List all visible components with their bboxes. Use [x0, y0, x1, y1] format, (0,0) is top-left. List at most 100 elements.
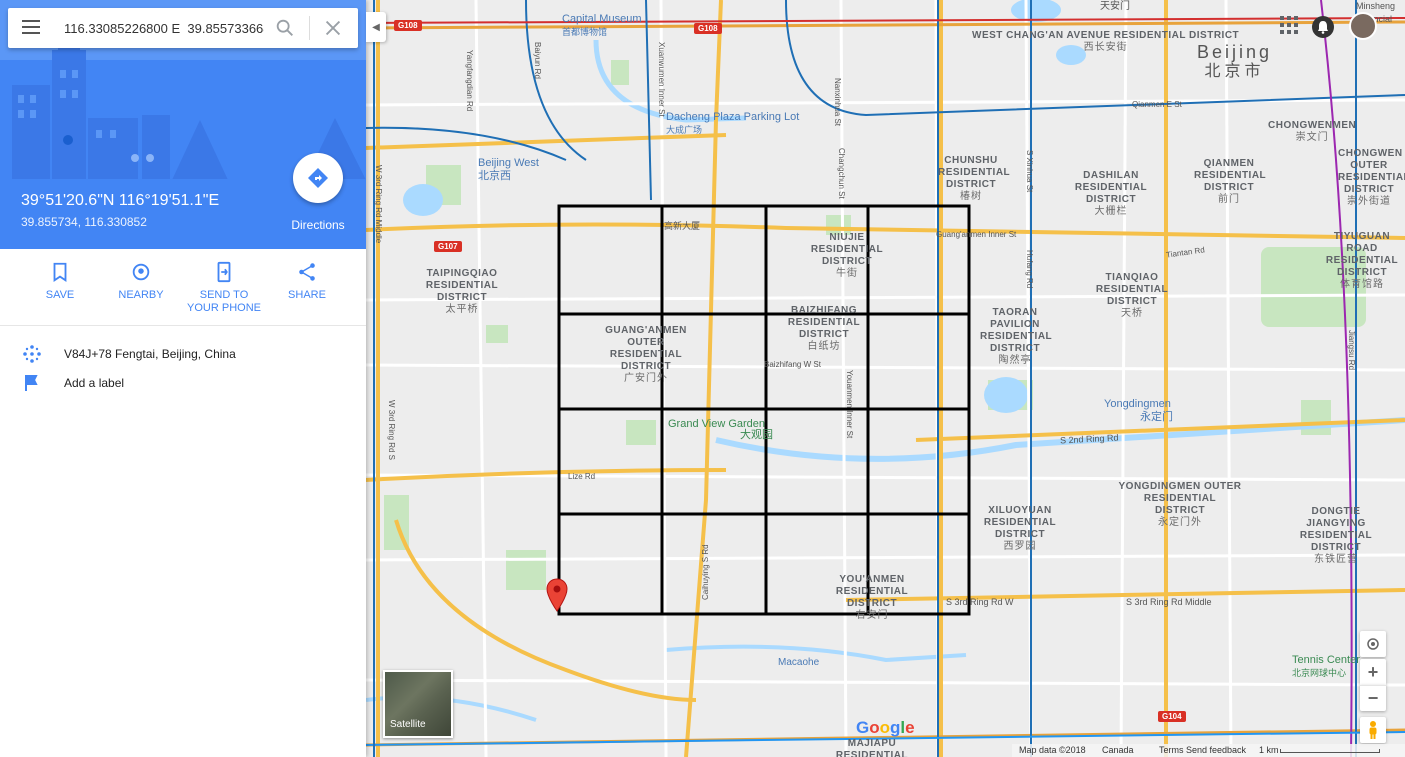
plus-code-row[interactable]: V84J+78 Fengtai, Beijing, China — [0, 340, 366, 369]
location-marker[interactable] — [546, 578, 568, 614]
apps-button[interactable] — [1280, 16, 1298, 34]
poi-beijing-west[interactable]: Beijing West 北京西 — [478, 157, 539, 183]
district-label: TAORAN PAVILION RESIDENTIAL DISTRICT 陶然亭 — [980, 307, 1053, 366]
street-view-pegman[interactable] — [1360, 717, 1386, 743]
send-to-phone-label: SEND TO YOUR PHONE — [187, 289, 261, 314]
district-label: TIYUGUAN ROAD RESIDENTIAL DISTRICT 体育馆路 — [1325, 231, 1399, 290]
plus-icon: + — [1367, 661, 1379, 682]
map-footer: Map data ©2018 Canada Terms Send feedbac… — [1012, 744, 1405, 757]
search-divider — [309, 16, 310, 40]
map-pin-icon — [546, 578, 568, 612]
poi-macaohe[interactable]: Macaohe — [778, 656, 819, 669]
city-label: Beijing 北京市 — [1197, 42, 1273, 80]
satellite-layer-toggle[interactable]: Satellite — [383, 670, 453, 738]
district-label: BAIZHIFANG RESIDENTIAL DISTRICT 白纸坊 — [787, 305, 861, 352]
district-label: MAJIAPU RESIDENTIAL DISTRICT — [835, 738, 909, 757]
road-label: Yangfangdian Rd — [465, 50, 474, 112]
map-data-attribution[interactable]: Map data ©2018 — [1019, 745, 1086, 755]
map-controls: + − — [1360, 631, 1386, 743]
district-label: DASHILAN RESIDENTIAL DISTRICT 大栅栏 — [1074, 170, 1148, 217]
nearby-icon — [132, 263, 150, 281]
search-box — [8, 8, 358, 48]
district-label: YONGDINGMEN OUTER RESIDENTIAL DISTRICT 永定… — [1118, 481, 1242, 528]
my-location-icon — [1367, 638, 1379, 650]
highway-shield: G108 — [694, 23, 722, 34]
close-icon — [325, 20, 341, 36]
district-label: GUANG'ANMEN OUTER RESIDENTIAL DISTRICT 广安… — [605, 325, 687, 384]
save-button[interactable]: SAVE — [20, 261, 100, 302]
road-label: S 3rd Ring Rd W — [946, 597, 1014, 607]
search-input[interactable] — [64, 18, 264, 38]
share-button[interactable]: SHARE — [267, 261, 347, 302]
terms-link[interactable]: Terms — [1159, 745, 1184, 755]
zoom-out-button[interactable]: − — [1360, 685, 1386, 711]
road-label: Changchun St — [837, 148, 846, 199]
grid-overlay — [557, 204, 971, 616]
highway-shield: G104 — [1158, 711, 1186, 722]
poi-grand-view-garden[interactable]: Grand View Garden 大观园 — [668, 418, 773, 442]
search-button[interactable] — [274, 17, 298, 39]
road-label: Baizhifang W St — [764, 360, 821, 369]
road-label: S 3rd Ring Rd Middle — [1126, 597, 1212, 607]
district-label: XILUOYUAN RESIDENTIAL DISTRICT 西罗园 — [983, 505, 1057, 552]
poi-capital-museum[interactable]: Capital Museum 首都博物馆 — [562, 13, 641, 39]
apps-grid-icon — [1280, 16, 1298, 34]
district-label: YOU'ANMEN RESIDENTIAL DISTRICT 右安门 — [835, 574, 909, 621]
maps-app: 39°51'20.6"N 116°19'51.1"E 39.855734, 11… — [0, 0, 1405, 757]
poi-dacheng-plaza[interactable]: Dacheng Plaza Parking Lot 大成广场 — [666, 111, 799, 137]
notifications-button[interactable] — [1312, 16, 1334, 38]
add-label-row[interactable]: Add a label — [0, 369, 366, 398]
map-canvas[interactable]: WEST CHANG'AN AVENUE RESIDENTIAL DISTRIC… — [366, 0, 1405, 757]
account-avatar[interactable] — [1349, 12, 1377, 40]
poi-yongdingmen[interactable]: Yongdingmen 永定门 — [1104, 398, 1173, 424]
poi-gaoxin-tower[interactable]: 高新大厦 — [664, 220, 700, 233]
bell-icon — [1318, 21, 1328, 34]
country-link[interactable]: Canada — [1102, 745, 1134, 755]
clear-search-button[interactable] — [322, 17, 344, 39]
share-label: SHARE — [288, 289, 326, 301]
highway-shield: G108 — [394, 20, 422, 31]
menu-icon-bar — [22, 20, 40, 22]
save-label: SAVE — [45, 289, 75, 301]
search-icon — [276, 19, 293, 36]
collapse-panel-button[interactable]: ◀ — [366, 12, 386, 42]
satellite-label: Satellite — [390, 719, 426, 730]
nearby-button[interactable]: NEARBY — [101, 261, 181, 302]
road-label: Guang'anmen Inner St — [936, 230, 1017, 239]
road-label: Nanxinhua St — [833, 78, 842, 127]
poi-tiananmen[interactable]: 天安门 — [1100, 0, 1130, 13]
district-label: QIANMEN RESIDENTIAL DISTRICT 前门 — [1194, 158, 1267, 205]
place-info-list: V84J+78 Fengtai, Beijing, China Add a la… — [0, 340, 366, 398]
add-label-text: Add a label — [64, 376, 125, 390]
my-location-button[interactable] — [1360, 631, 1386, 657]
road-label: Jiangsu Rd — [1347, 330, 1356, 371]
coordinate-decimal[interactable]: 39.855734, 116.330852 — [21, 215, 147, 229]
poi-tennis-center[interactable]: Tennis Center 北京网球中心 — [1292, 654, 1360, 680]
scale-label[interactable]: 1 km — [1259, 745, 1279, 755]
menu-button[interactable] — [18, 16, 44, 40]
flag-icon — [25, 375, 38, 391]
send-feedback-link[interactable]: Send feedback — [1186, 745, 1246, 755]
highway-shield: G107 — [434, 241, 462, 252]
district-label: TIANQIAO RESIDENTIAL DISTRICT 天桥 — [1095, 272, 1169, 319]
plus-code-icon — [23, 345, 41, 363]
road-label: Baiyun Rd — [533, 42, 542, 79]
zoom-in-button[interactable]: + — [1360, 659, 1386, 685]
directions-button[interactable] — [293, 153, 343, 203]
subway-lines — [366, 0, 1405, 757]
send-to-phone-icon — [217, 261, 231, 283]
menu-icon-bar — [22, 26, 40, 28]
share-icon — [299, 263, 315, 281]
send-to-phone-button[interactable]: SEND TO YOUR PHONE — [184, 261, 264, 315]
side-panel: 39°51'20.6"N 116°19'51.1"E 39.855734, 11… — [0, 0, 366, 757]
road-label: W 3rd Ring Rd S — [387, 400, 396, 461]
minus-icon: − — [1367, 688, 1379, 708]
road-label: Youanmen Inner St — [845, 370, 854, 439]
bookmark-icon — [53, 262, 67, 282]
action-bar: SAVE NEARBY SEND TO YOUR PHONE SHARE — [0, 250, 366, 326]
district-label: TAIPINGQIAO RESIDENTIAL DISTRICT 太平桥 — [425, 268, 499, 315]
road-label: W 3rd Ring Rd Middle — [374, 165, 383, 244]
directions-label[interactable]: Directions — [283, 218, 353, 232]
coordinate-dms: 39°51'20.6"N 116°19'51.1"E — [21, 192, 220, 209]
district-label: CHUNSHU RESIDENTIAL DISTRICT 椿树 — [938, 155, 1011, 202]
